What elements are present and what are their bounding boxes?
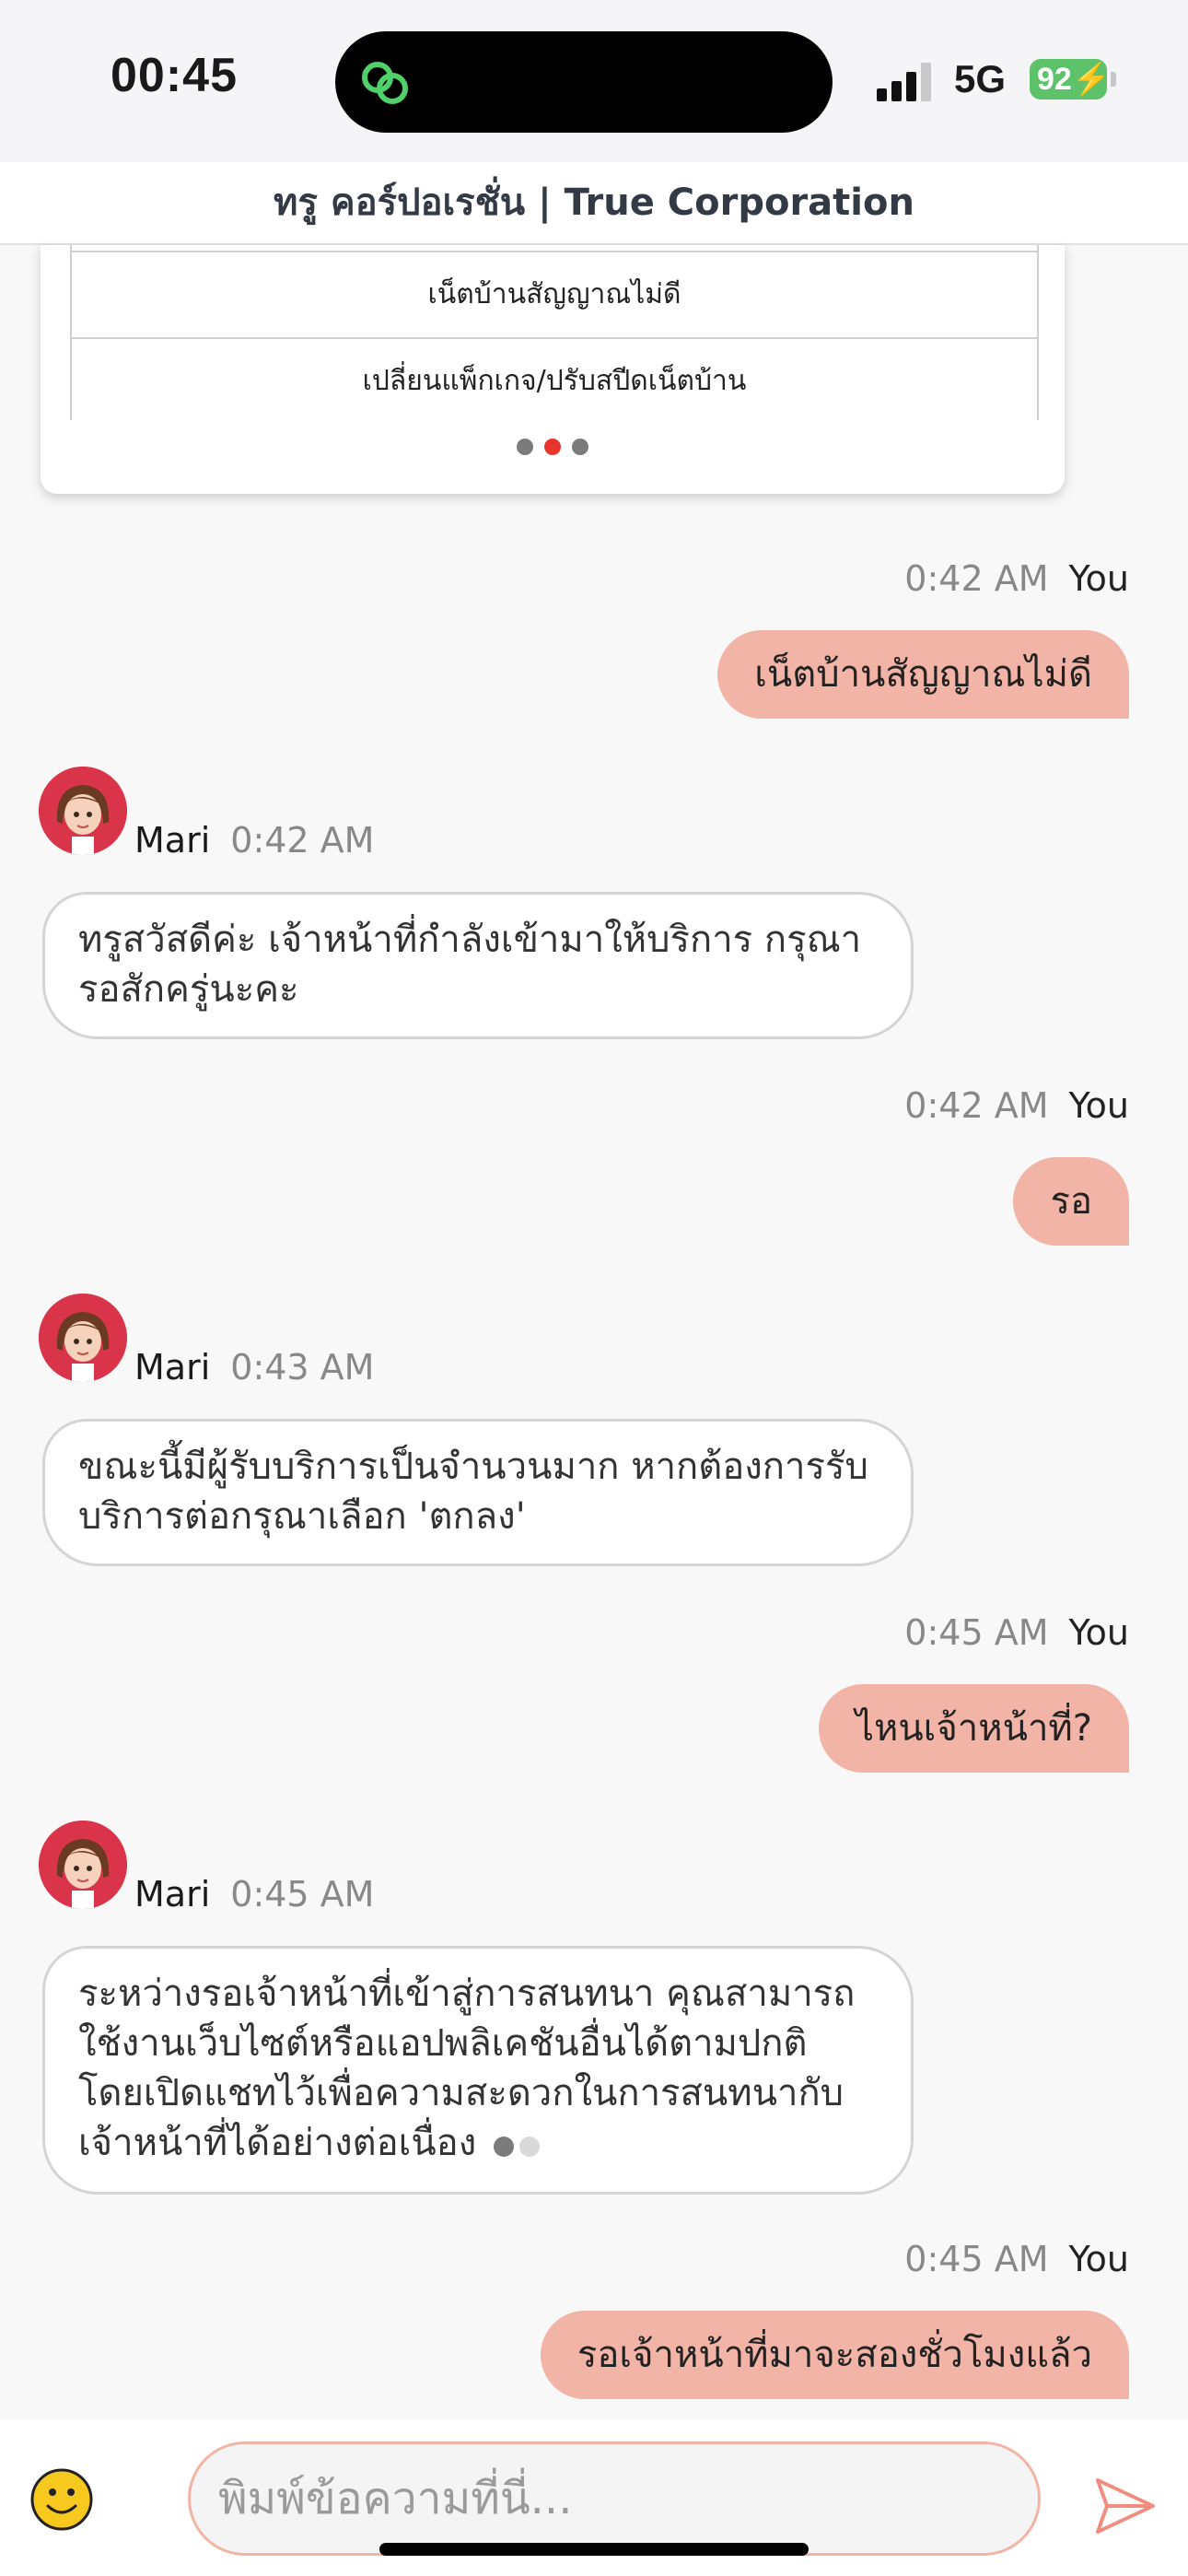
message-meta: 0:45 AM You <box>904 2239 1129 2279</box>
home-indicator[interactable] <box>379 2543 809 2556</box>
message-time: 0:45 AM <box>230 1874 375 1914</box>
emoji-icon[interactable] <box>29 2467 94 2532</box>
network-type: 5G <box>954 57 1007 100</box>
user-message-bubble: รอ <box>1013 1157 1129 1246</box>
link-app-icon <box>362 62 408 104</box>
dynamic-island <box>335 31 833 133</box>
message-sender: Mari <box>134 820 211 861</box>
page-title: ทรู คอร์ปอเรชั่น | True Corporation <box>0 162 1188 245</box>
message-time: 0:45 AM <box>904 1612 1049 1653</box>
user-message-bubble: ไหนเจ้าหน้าที่? <box>818 1684 1129 1773</box>
message-meta: Mari 0:42 AM <box>134 820 374 861</box>
message-time: 0:42 AM <box>230 820 375 861</box>
message-sender: You <box>1068 558 1130 599</box>
message-sender: You <box>1068 1085 1130 1126</box>
agent-avatar-icon <box>39 767 127 855</box>
message-sender: You <box>1068 2239 1130 2279</box>
message-time: 0:45 AM <box>904 2239 1049 2279</box>
battery-level: 92 <box>1037 62 1072 97</box>
carousel-dot[interactable] <box>572 439 588 455</box>
agent-message-bubble: ระหว่างรอเจ้าหน้าที่เข้าสู่การสนทนา คุณส… <box>42 1946 914 2195</box>
message-meta: Mari 0:45 AM <box>134 1874 374 1914</box>
cellular-signal-icon <box>877 61 934 101</box>
avatar <box>39 767 127 855</box>
carousel-dot[interactable] <box>517 439 533 455</box>
status-bar: 00:45 5G 92⚡ <box>0 0 1188 162</box>
menu-list: เน็ตบ้านสัญญาณไม่ดี เปลี่ยนแพ็กเกจ/ปรับส… <box>70 245 1039 420</box>
agent-message-bubble: ขณะนี้มีผู้รับบริการเป็นจำนวนมาก หากต้อง… <box>42 1419 914 1566</box>
agent-avatar-icon <box>39 1294 127 1382</box>
message-input[interactable]: พิมพ์ข้อความที่นี่... <box>188 2441 1041 2556</box>
carousel-dots <box>41 439 1065 459</box>
quick-menu-card: เน็ตบ้านสัญญาณไม่ดี เปลี่ยนแพ็กเกจ/ปรับส… <box>41 245 1065 494</box>
agent-message-text: ระหว่างรอเจ้าหน้าที่เข้าสู่การสนทนา คุณส… <box>78 1973 856 2164</box>
message-meta: Mari 0:43 AM <box>134 1347 374 1388</box>
message-meta: 0:45 AM You <box>904 1612 1129 1653</box>
user-message-bubble: รอเจ้าหน้าที่มาจะสองชั่วโมงแล้ว <box>540 2311 1129 2399</box>
battery-tip <box>1111 72 1116 87</box>
message-meta: 0:42 AM You <box>904 558 1129 599</box>
send-icon[interactable] <box>1092 2473 1159 2539</box>
agent-message-bubble: ทรูสวัสดีค่ะ เจ้าหน้าที่กำลังเข้ามาให้บร… <box>42 892 914 1039</box>
message-time: 0:43 AM <box>230 1347 375 1388</box>
message-time: 0:42 AM <box>904 558 1049 599</box>
clock: 00:45 <box>111 49 238 102</box>
battery-icon: 92⚡ <box>1030 59 1111 100</box>
carousel-dot-active[interactable] <box>544 439 561 455</box>
avatar <box>39 1294 127 1382</box>
menu-item-poor-signal[interactable]: เน็ตบ้านสัญญาณไม่ดี <box>72 251 1037 337</box>
menu-item-change-package[interactable]: เปลี่ยนแพ็กเกจ/ปรับสปีดเน็ตบ้าน <box>72 337 1037 424</box>
message-sender: You <box>1068 1612 1130 1653</box>
avatar <box>39 1821 127 1909</box>
typing-indicator <box>488 2120 540 2170</box>
agent-avatar-icon <box>39 1821 127 1909</box>
message-sender: Mari <box>134 1347 211 1388</box>
message-meta: 0:42 AM You <box>904 1085 1129 1126</box>
message-sender: Mari <box>134 1874 211 1914</box>
message-time: 0:42 AM <box>904 1085 1049 1126</box>
user-message-bubble: เน็ตบ้านสัญญาณไม่ดี <box>717 630 1129 719</box>
